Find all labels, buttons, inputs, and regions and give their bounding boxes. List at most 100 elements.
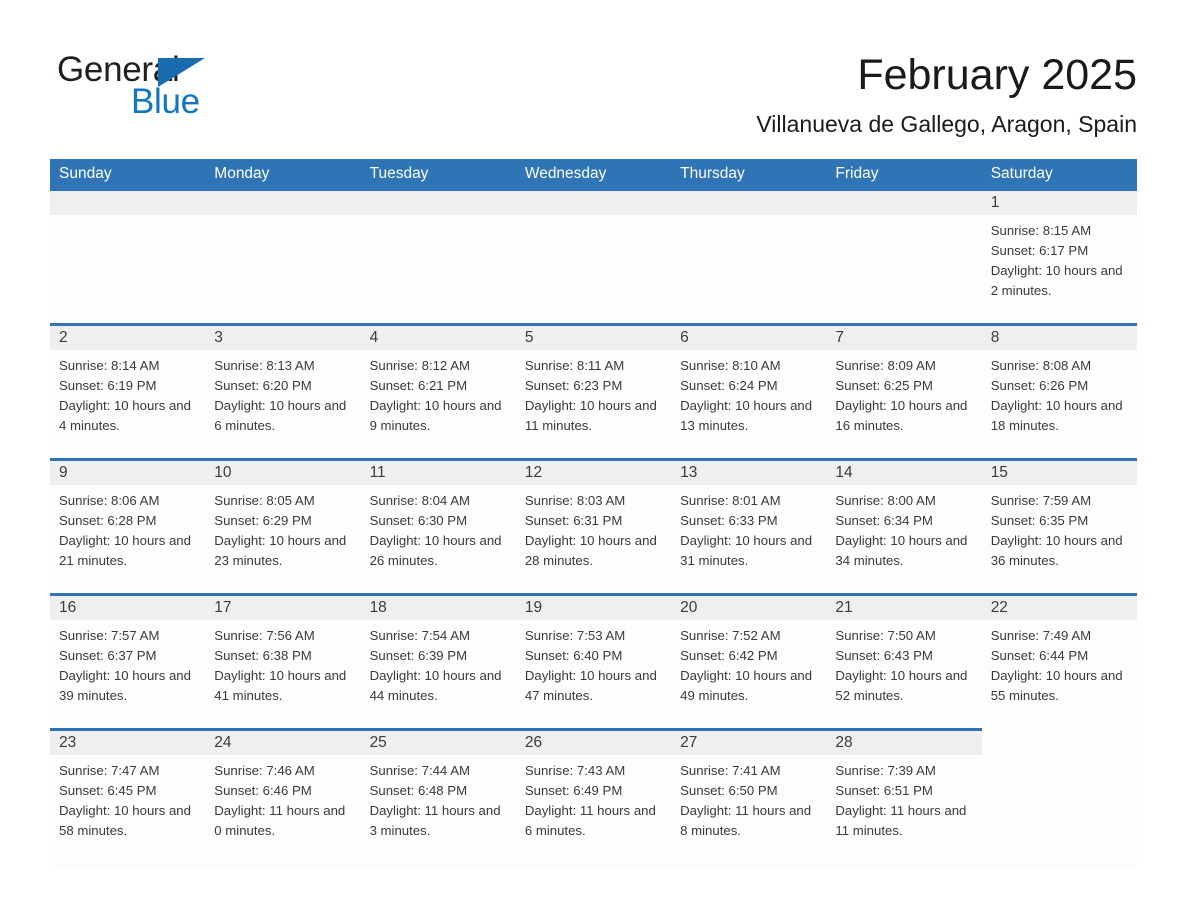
page-header: General Blue February 2025 Villanueva de… (0, 0, 1188, 155)
day-cell-17[interactable]: 17 Sunrise: 7:56 AM Sunset: 6:38 PM Dayligh… (205, 593, 361, 728)
day-info: Sunrise: 8:13 AM Sunset: 6:20 PM Daylight:… (205, 350, 360, 436)
day-number: 1 (990, 194, 1000, 211)
day-number: 8 (990, 329, 1000, 346)
day-cell-13[interactable]: 13 Sunrise: 8:01 AM Sunset: 6:33 PM Dayligh… (671, 458, 827, 593)
sunset-text: Sunset: 6:21 PM (369, 378, 468, 393)
sunrise-text: Sunrise: 8:11 AM (524, 358, 625, 373)
sunrise-text: Sunrise: 7:57 AM (59, 628, 160, 643)
day-number: 17 (214, 599, 232, 616)
day-cell-21[interactable]: 21 Sunrise: 7:50 AM Sunset: 6:43 PM Dayligh… (826, 593, 982, 728)
day-cell-18[interactable]: 18 Sunrise: 7:54 AM Sunset: 6:39 PM Dayligh… (360, 593, 516, 728)
day-cell-1[interactable]: 1 Sunrise: 8:15 AM Sunset: 6:17 PM Daylight… (981, 188, 1137, 323)
day-cell-26[interactable]: 26 Sunrise: 7:43 AM Sunset: 6:49 PM Dayligh… (515, 728, 672, 866)
day-info: Sunrise: 8:12 AM Sunset: 6:21 PM Daylight:… (361, 350, 516, 436)
day-number: 15 (990, 464, 1008, 481)
day-info: Sunrise: 8:08 AM Sunset: 6:26 PM Daylight:… (982, 350, 1137, 436)
weekday-header-row: Sunday Monday Tuesday Wednesday Thursday Frid… (50, 159, 1137, 188)
day-number: 24 (214, 734, 232, 751)
day-cell-25[interactable]: 25 Sunrise: 7:44 AM Sunset: 6:48 PM Dayligh… (360, 728, 516, 866)
day-cell-16[interactable]: 16 Sunrise: 7:57 AM Sunset: 6:37 PM Dayligh… (50, 593, 206, 728)
day-cell-11[interactable]: 11 Sunrise: 8:04 AM Sunset: 6:30 PM Dayligh… (360, 458, 516, 593)
day-cell-empty (671, 188, 827, 323)
day-cell-24[interactable]: 24 Sunrise: 7:46 AM Sunset: 6:46 PM Dayligh… (205, 728, 361, 866)
day-number-strip: 12 (515, 458, 672, 485)
sunset-text: Sunset: 6:25 PM (835, 378, 933, 393)
day-number: 2 (59, 329, 68, 346)
day-number: 10 (214, 464, 232, 481)
sunset-text: Sunset: 6:28 PM (59, 513, 157, 528)
day-number-strip: 22 (981, 593, 1137, 620)
sunrise-text: Sunrise: 7:44 AM (369, 763, 470, 778)
day-number: 16 (59, 599, 77, 616)
sunrise-text: Sunrise: 7:49 AM (990, 628, 1092, 643)
daylight-text: Daylight: 10 hours and 21 minutes. (59, 533, 191, 568)
calendar-week-row: 1 Sunrise: 8:15 AM Sunset: 6:17 PM Daylight… (50, 188, 1137, 323)
daylight-text: Daylight: 10 hours and 13 minutes. (680, 398, 813, 433)
generalblue-logo[interactable]: General Blue (57, 52, 317, 122)
day-info: Sunrise: 8:00 AM Sunset: 6:34 PM Daylight:… (826, 485, 981, 571)
day-cell-23[interactable]: 23 Sunrise: 7:47 AM Sunset: 6:45 PM Dayligh… (50, 728, 206, 866)
daylight-text: Daylight: 10 hours and 23 minutes. (214, 533, 347, 568)
calendar-week-row: 23 Sunrise: 7:47 AM Sunset: 6:45 PM Dayligh… (50, 728, 1137, 866)
daylight-text: Daylight: 10 hours and 49 minutes. (680, 668, 813, 703)
day-number: 12 (524, 464, 543, 481)
day-cell-5[interactable]: 5 Sunrise: 8:11 AM Sunset: 6:23 PM Daylight… (515, 323, 672, 458)
day-info: Sunrise: 7:41 AM Sunset: 6:50 PM Daylight:… (671, 755, 826, 841)
day-info: Sunrise: 7:44 AM Sunset: 6:48 PM Daylight:… (361, 755, 516, 841)
calendar-week-row: 2 Sunrise: 8:14 AM Sunset: 6:19 PM Daylight… (50, 323, 1137, 458)
sunset-text: Sunset: 6:43 PM (835, 648, 933, 663)
day-number-strip: 5 (515, 323, 672, 350)
day-cell-3[interactable]: 3 Sunrise: 8:13 AM Sunset: 6:20 PM Daylight… (205, 323, 361, 458)
day-number: 7 (835, 329, 845, 346)
weekday-header-tuesday: Tuesday (369, 165, 429, 182)
day-cell-22[interactable]: 22 Sunrise: 7:49 AM Sunset: 6:44 PM Dayligh… (981, 593, 1137, 728)
daylight-text: Daylight: 10 hours and 58 minutes. (59, 803, 191, 838)
day-cell-2[interactable]: 2 Sunrise: 8:14 AM Sunset: 6:19 PM Daylight… (50, 323, 206, 458)
day-number-strip (671, 188, 827, 215)
day-number: 26 (524, 734, 543, 751)
day-cell-14[interactable]: 14 Sunrise: 8:00 AM Sunset: 6:34 PM Dayligh… (826, 458, 982, 593)
day-number-strip: 6 (671, 323, 827, 350)
day-number-strip: 11 (360, 458, 516, 485)
daylight-text: Daylight: 11 hours and 8 minutes. (680, 803, 812, 838)
day-number: 13 (680, 464, 698, 481)
day-number-strip: 25 (360, 728, 516, 755)
day-number: 9 (59, 464, 68, 481)
calendar-page: General Blue February 2025 Villanueva de… (0, 0, 1188, 918)
day-cell-8[interactable]: 8 Sunrise: 8:08 AM Sunset: 6:26 PM Daylight… (981, 323, 1137, 458)
day-cell-6[interactable]: 6 Sunrise: 8:10 AM Sunset: 6:24 PM Daylight… (671, 323, 827, 458)
sunrise-text: Sunrise: 7:39 AM (835, 763, 936, 778)
day-number-strip: 15 (981, 458, 1137, 485)
day-cell-28[interactable]: 28 Sunrise: 7:39 AM Sunset: 6:51 PM Dayligh… (826, 728, 982, 866)
day-cell-20[interactable]: 20 Sunrise: 7:52 AM Sunset: 6:42 PM Dayligh… (671, 593, 827, 728)
day-cell-7[interactable]: 7 Sunrise: 8:09 AM Sunset: 6:25 PM Daylight… (826, 323, 982, 458)
day-number: 21 (835, 599, 853, 616)
weekday-header-sunday: Sunday (59, 165, 112, 182)
sunrise-text: Sunrise: 8:10 AM (680, 358, 781, 373)
calendar-grid: Sunday Monday Tuesday Wednesday Thursday Frid… (50, 159, 1137, 866)
sunset-text: Sunset: 6:17 PM (990, 243, 1089, 258)
daylight-text: Daylight: 10 hours and 55 minutes. (990, 668, 1123, 703)
day-cell-9[interactable]: 9 Sunrise: 8:06 AM Sunset: 6:28 PM Daylight… (50, 458, 206, 593)
sunrise-text: Sunrise: 7:43 AM (524, 763, 626, 778)
sunset-text: Sunset: 6:44 PM (990, 648, 1089, 663)
day-cell-19[interactable]: 19 Sunrise: 7:53 AM Sunset: 6:40 PM Dayligh… (515, 593, 672, 728)
day-cell-27[interactable]: 27 Sunrise: 7:41 AM Sunset: 6:50 PM Dayligh… (671, 728, 827, 866)
sunset-text: Sunset: 6:35 PM (990, 513, 1089, 528)
day-cell-empty (50, 188, 206, 323)
sunset-text: Sunset: 6:45 PM (59, 783, 157, 798)
sunset-text: Sunset: 6:29 PM (214, 513, 312, 528)
day-number: 28 (835, 734, 853, 751)
daylight-text: Daylight: 10 hours and 4 minutes. (59, 398, 191, 433)
day-cell-4[interactable]: 4 Sunrise: 8:12 AM Sunset: 6:21 PM Daylight… (360, 323, 516, 458)
sunset-text: Sunset: 6:48 PM (369, 783, 468, 798)
daylight-text: Daylight: 11 hours and 3 minutes. (369, 803, 501, 838)
day-cell-12[interactable]: 12 Sunrise: 8:03 AM Sunset: 6:31 PM Dayligh… (515, 458, 672, 593)
day-cell-15[interactable]: 15 Sunrise: 7:59 AM Sunset: 6:35 PM Dayligh… (981, 458, 1137, 593)
sunrise-text: Sunrise: 7:41 AM (680, 763, 781, 778)
day-info: Sunrise: 7:47 AM Sunset: 6:45 PM Daylight:… (50, 755, 205, 841)
daylight-text: Daylight: 10 hours and 34 minutes. (835, 533, 968, 568)
day-cell-10[interactable]: 10 Sunrise: 8:05 AM Sunset: 6:29 PM Dayligh… (205, 458, 361, 593)
logo-text-blue: Blue (131, 82, 200, 121)
day-number: 20 (680, 599, 698, 616)
